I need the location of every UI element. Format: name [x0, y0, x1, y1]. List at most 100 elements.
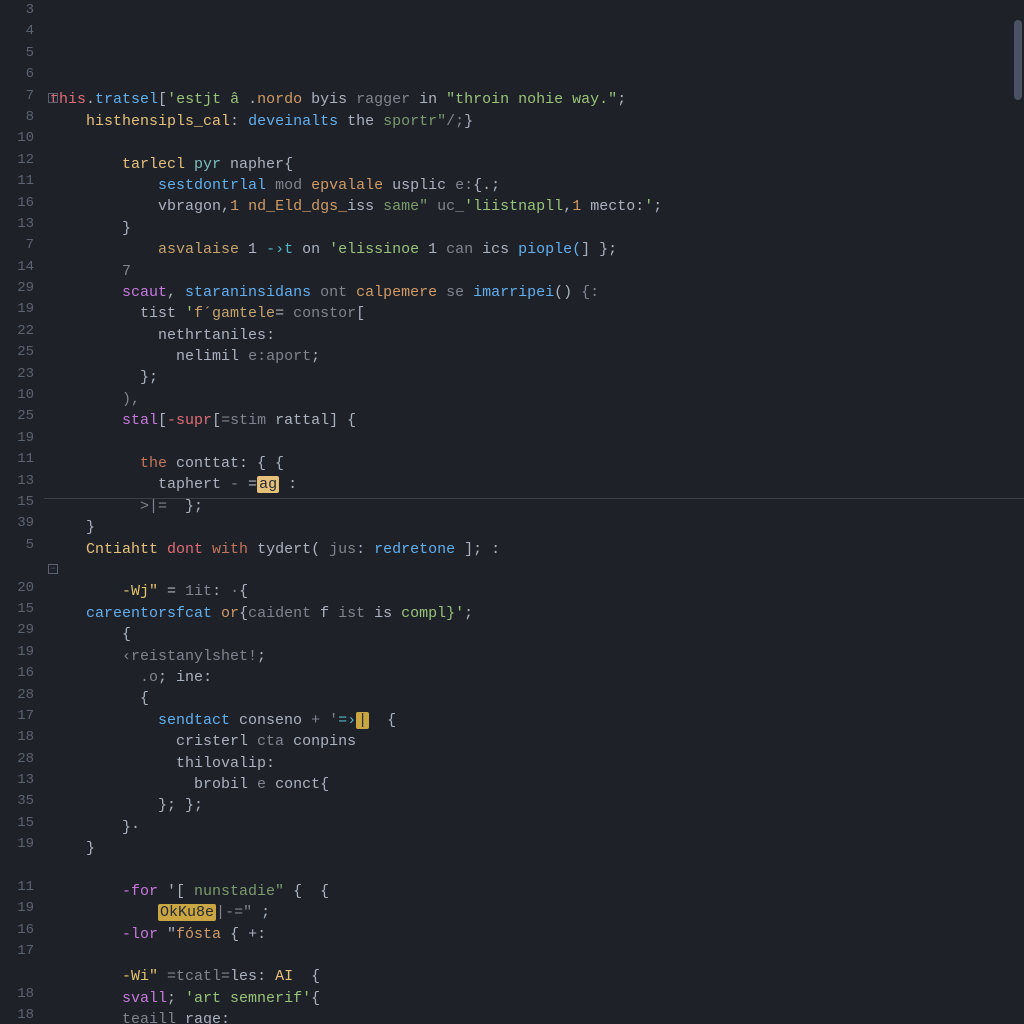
token: =	[248, 476, 257, 493]
code-line[interactable]: brobil e conct{	[50, 774, 1024, 795]
code-line[interactable]: −	[50, 560, 1024, 581]
code-line[interactable]: >|= };	[50, 496, 1024, 517]
code-line[interactable]: vbragon,1 nd_Eld_dgs_iss same" uc_'liist…	[50, 196, 1024, 217]
code-line[interactable]: }·	[50, 817, 1024, 838]
token: 'liistnapll	[464, 198, 563, 215]
code-line[interactable]	[50, 432, 1024, 453]
token: {	[50, 626, 131, 643]
token: conpins	[293, 733, 356, 750]
code-line[interactable]	[50, 132, 1024, 153]
token: ;	[311, 348, 320, 365]
token: ‹reistanylshet!	[122, 648, 257, 665]
token: }	[50, 840, 95, 857]
code-line[interactable]: tist 'f´gamtele= constor[	[50, 303, 1024, 324]
line-number	[0, 556, 34, 577]
token: nordo	[257, 91, 302, 108]
code-line[interactable]: svall; 'art semnerif'{	[50, 988, 1024, 1009]
fold-marker-icon[interactable]: −	[48, 93, 58, 103]
token: ] };	[581, 241, 617, 258]
code-line[interactable]: the conttat: { {	[50, 453, 1024, 474]
code-line[interactable]: -Wi" =tcatl=les: AI {	[50, 966, 1024, 987]
token: sestdontrlal	[158, 177, 266, 194]
code-line[interactable]: Cntiahtt dont with tydert( jus: redreton…	[50, 539, 1024, 560]
token: dont	[158, 541, 212, 558]
token: pyr	[185, 156, 230, 173]
token: taphert	[50, 476, 230, 493]
token: =›	[338, 712, 356, 729]
line-number: 13	[0, 471, 34, 492]
code-line[interactable]: }	[50, 218, 1024, 239]
line-number: 18	[0, 1005, 34, 1024]
token: redretone	[374, 541, 455, 558]
code-line[interactable]: ),	[50, 389, 1024, 410]
code-line[interactable]	[50, 859, 1024, 880]
line-number: 7	[0, 86, 34, 107]
code-line[interactable]: {	[50, 624, 1024, 645]
token: [	[158, 412, 167, 429]
code-line[interactable]: taphert - =ag :	[50, 474, 1024, 495]
code-line[interactable]: sendtact conseno + '=›| {	[50, 710, 1024, 731]
code-line[interactable]: stal[-supr[=stim rattal] {	[50, 410, 1024, 431]
code-line[interactable]: -for '[ nunstadie" { {	[50, 881, 1024, 902]
line-number: 23	[0, 364, 34, 385]
line-number: 18	[0, 727, 34, 748]
token	[50, 712, 158, 729]
line-number: 6	[0, 64, 34, 85]
line-number: 8	[0, 107, 34, 128]
code-line[interactable]: }	[50, 517, 1024, 538]
code-line[interactable]: .o; ine:	[50, 667, 1024, 688]
token: };	[167, 498, 203, 515]
token: rage:	[176, 1011, 230, 1024]
code-line[interactable]: };	[50, 367, 1024, 388]
code-line[interactable]: teaill rage:	[50, 1009, 1024, 1024]
code-line[interactable]: sestdontrlal mod epvalale usplic e:{.;	[50, 175, 1024, 196]
token: tarlecl	[122, 156, 185, 173]
line-number: 4	[0, 21, 34, 42]
token: teaill	[122, 1011, 176, 1024]
token: same"	[383, 198, 428, 215]
token: ragger	[356, 91, 410, 108]
token: :	[212, 583, 230, 600]
token	[50, 776, 194, 793]
token: e	[248, 776, 275, 793]
token: nelimil	[176, 348, 239, 365]
code-line[interactable]: nethrtaniles:	[50, 325, 1024, 346]
code-line[interactable]: thilovalip:	[50, 753, 1024, 774]
code-line[interactable]: }	[50, 838, 1024, 859]
token	[50, 156, 122, 173]
code-line[interactable]	[50, 945, 1024, 966]
token: conseno	[230, 712, 311, 729]
code-line[interactable]: {	[50, 688, 1024, 709]
code-line[interactable]: histhensipls_cal: deveinalts the sportr"…	[50, 111, 1024, 132]
token: fósta	[176, 926, 221, 943]
code-line[interactable]: nelimil e:aport;	[50, 346, 1024, 367]
code-line[interactable]: }; };	[50, 795, 1024, 816]
code-editor[interactable]: 3456781012111613714291922252310251911131…	[0, 0, 1024, 1024]
code-line[interactable]: -lor "fósta { +:	[50, 924, 1024, 945]
code-line[interactable]	[50, 68, 1024, 89]
code-line[interactable]: scaut, staraninsidans ont calpemere se i…	[50, 282, 1024, 303]
line-number: 16	[0, 920, 34, 941]
code-line[interactable]: asvalaise 1 -›t on 'elissinoe 1 can ics …	[50, 239, 1024, 260]
token: ()	[554, 284, 581, 301]
token: compl}'	[401, 605, 464, 622]
token: '	[176, 305, 194, 322]
code-line[interactable]: cristerl cta conpins	[50, 731, 1024, 752]
token: byis	[302, 91, 356, 108]
line-number: 17	[0, 941, 34, 962]
token	[50, 883, 122, 900]
token: imarripei	[473, 284, 554, 301]
code-area[interactable]: −this.tratsel['estjt â .nordo byis ragge…	[44, 0, 1024, 1024]
code-line[interactable]: tarlecl pyr napher{	[50, 154, 1024, 175]
token: OkKu8e	[158, 904, 216, 921]
token: |	[356, 712, 369, 729]
code-line[interactable]: ‹reistanylshet!;	[50, 646, 1024, 667]
code-line[interactable]: -Wj" = 1it: ·{	[50, 581, 1024, 602]
code-line[interactable]: careentorsfcat or{caident f ist is compl…	[50, 603, 1024, 624]
code-line[interactable]: −this.tratsel['estjt â .nordo byis ragge…	[50, 89, 1024, 110]
token: scaut	[122, 284, 167, 301]
code-line[interactable]: OkKu8e|-=" ;	[50, 902, 1024, 923]
token	[50, 1011, 122, 1024]
fold-marker-icon[interactable]: −	[48, 564, 58, 574]
code-line[interactable]: 7	[50, 261, 1024, 282]
